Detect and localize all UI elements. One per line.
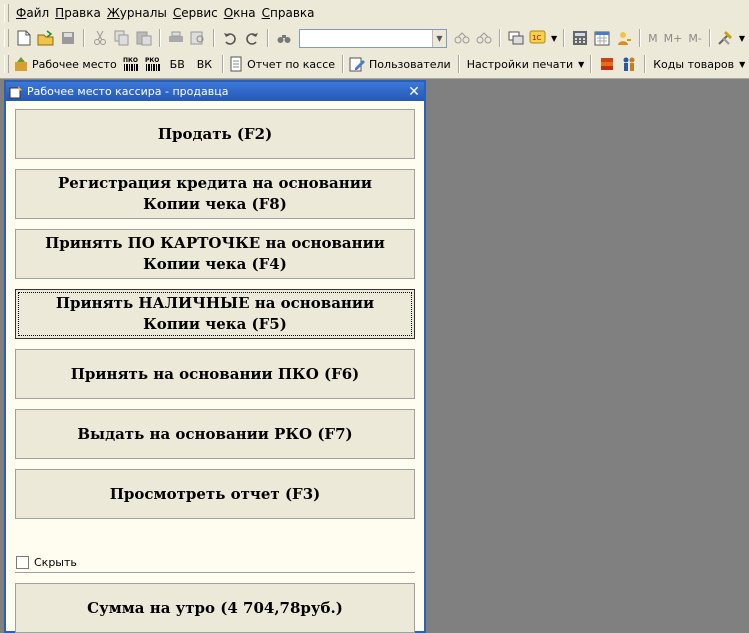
paste-icon[interactable] — [134, 28, 154, 48]
cashier-toolbar: Рабочее место ПКО РКО БВ ВК Отчет по кас… — [0, 50, 749, 79]
menu-journals[interactable]: Журналы — [104, 0, 170, 26]
tools-icon[interactable] — [716, 28, 736, 48]
chevron-down-icon[interactable]: ▼ — [576, 60, 586, 69]
workplace-icon — [14, 54, 28, 74]
svg-text:ПКО: ПКО — [123, 57, 138, 64]
standard-toolbar: ▼ 1C ▼ M M+ M- ▼ — [0, 26, 749, 50]
users-edit-icon — [349, 54, 366, 74]
binoculars-icon[interactable] — [274, 28, 294, 48]
find-next-icon[interactable] — [452, 28, 472, 48]
separator — [499, 29, 501, 47]
memory-m-button[interactable]: M — [645, 32, 661, 45]
user-key-icon[interactable] — [614, 28, 634, 48]
menu-windows[interactable]: Окна — [221, 0, 259, 26]
separator — [342, 55, 345, 73]
hide-label: Скрыть — [34, 556, 77, 569]
calendar-icon[interactable] — [592, 28, 612, 48]
chevron-down-icon[interactable]: ▼ — [737, 34, 747, 43]
focus-ring — [18, 292, 412, 336]
separator — [639, 29, 642, 47]
issue-rko-button[interactable]: Выдать на основании РКО (F7) — [15, 409, 415, 459]
hide-checkbox-row[interactable]: Скрыть — [16, 556, 77, 569]
find-prev-icon[interactable] — [474, 28, 494, 48]
window-title: Рабочее место кассира - продавца — [27, 85, 229, 98]
separator — [563, 29, 566, 47]
chevron-down-icon[interactable]: ▼ — [737, 60, 747, 69]
credit-registration-button[interactable]: Регистрация кредита на основании Копии ч… — [15, 169, 415, 219]
separator — [83, 29, 85, 47]
separator — [644, 55, 647, 73]
memory-minus-button[interactable]: M- — [685, 32, 704, 45]
redo-icon[interactable] — [242, 28, 262, 48]
cashier-window: Рабочее место кассира - продавца ✕ Прода… — [4, 80, 426, 633]
memory-plus-button[interactable]: M+ — [661, 32, 686, 45]
separator — [457, 55, 460, 73]
separator — [590, 55, 593, 73]
morning-sum-button[interactable]: Сумма на утро (4 704,78руб.) — [15, 583, 415, 633]
close-icon[interactable]: ✕ — [406, 84, 422, 100]
chevron-down-icon[interactable]: ▼ — [549, 34, 559, 43]
view-report-button[interactable]: Просмотреть отчет (F3) — [15, 469, 415, 519]
print-settings-button[interactable]: Настройки печати — [464, 58, 576, 71]
sell-button[interactable]: Продать (F2) — [15, 109, 415, 159]
accept-cash-button[interactable]: Принять НАЛИЧНЫЕ на основании Копии чека… — [15, 289, 415, 339]
svg-text:1C: 1C — [532, 34, 541, 42]
calculator-icon[interactable] — [570, 28, 590, 48]
print-preview-icon[interactable] — [188, 28, 208, 48]
toolbar-grip[interactable] — [4, 29, 9, 47]
divider — [15, 572, 415, 574]
menu-edit[interactable]: Правка — [52, 0, 104, 26]
form-icon — [9, 85, 23, 99]
copy-icon[interactable] — [112, 28, 132, 48]
bv-button[interactable]: БВ — [164, 58, 191, 71]
windows-icon[interactable] — [506, 28, 526, 48]
cut-icon[interactable] — [90, 28, 110, 48]
accept-card-button[interactable]: Принять ПО КАРТОЧКЕ на основании Копии ч… — [15, 229, 415, 279]
product-codes-button[interactable]: Коды товаров — [650, 58, 737, 71]
users-button[interactable]: Пользователи — [366, 58, 454, 71]
workplace-button[interactable]: Рабочее место — [29, 58, 120, 71]
separator — [222, 55, 225, 73]
hide-checkbox[interactable] — [16, 556, 29, 569]
print-icon[interactable] — [166, 28, 186, 48]
vk-button[interactable]: ВК — [191, 58, 218, 71]
accept-pko-button[interactable]: Принять на основании ПКО (F6) — [15, 349, 415, 399]
books-icon[interactable] — [597, 54, 617, 74]
save-icon[interactable] — [58, 28, 78, 48]
new-document-icon[interactable] — [14, 28, 34, 48]
menu-bar: Файл Правка Журналы Сервис Окна Справка — [0, 0, 749, 26]
separator — [213, 29, 215, 47]
svg-text:РКО: РКО — [145, 57, 159, 64]
separator — [159, 29, 161, 47]
toolbar-grip[interactable] — [4, 55, 9, 73]
open-folder-icon[interactable] — [36, 28, 56, 48]
window-titlebar[interactable]: Рабочее место кассира - продавца ✕ — [6, 82, 424, 101]
menu-service[interactable]: Сервис — [170, 0, 221, 26]
undo-icon[interactable] — [220, 28, 240, 48]
separator — [267, 29, 269, 47]
pko-icon[interactable]: ПКО — [121, 54, 141, 74]
cash-report-button[interactable]: Отчет по кассе — [244, 58, 338, 71]
1c-help-icon[interactable]: 1C — [528, 28, 548, 48]
search-combobox[interactable]: ▼ — [299, 28, 447, 48]
menu-help[interactable]: Справка — [259, 0, 318, 26]
menu-grip[interactable] — [4, 4, 9, 22]
separator — [708, 29, 711, 47]
rko-icon[interactable]: РКО — [143, 54, 163, 74]
report-icon — [229, 54, 243, 74]
chevron-down-icon[interactable]: ▼ — [432, 29, 446, 47]
people-icon[interactable] — [619, 54, 639, 74]
menu-file[interactable]: Файл — [13, 0, 52, 26]
